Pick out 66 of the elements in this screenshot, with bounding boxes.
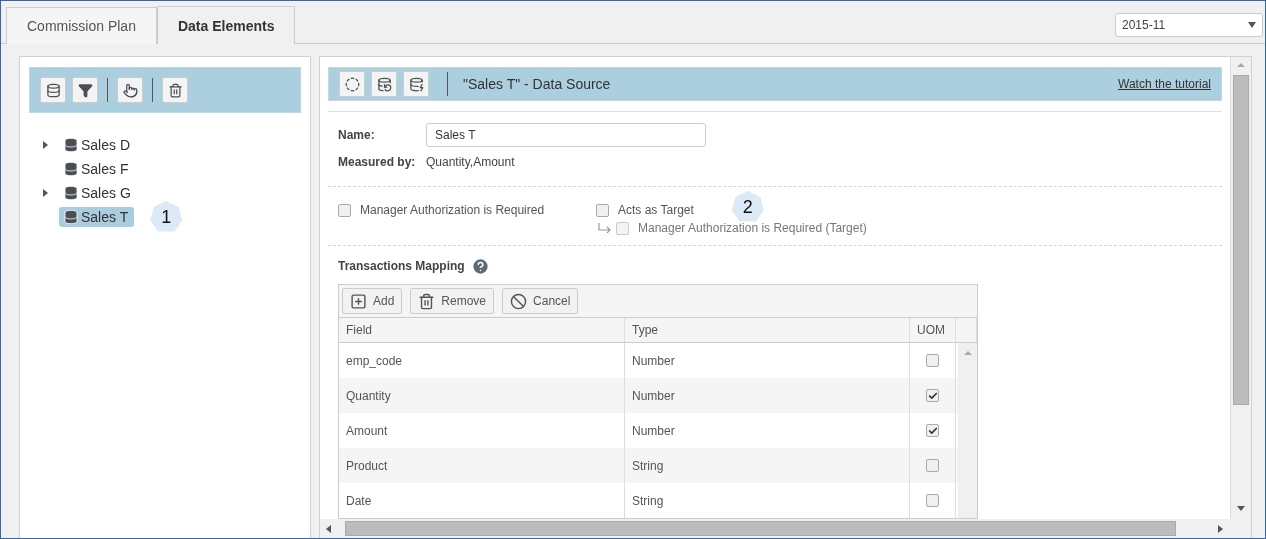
expand-arrow-icon[interactable] <box>43 189 48 197</box>
checkbox-label: Manager Authorization is Required (Target) <box>638 221 867 235</box>
delete-button[interactable] <box>162 77 188 103</box>
panel-title: "Sales T" - Data Source <box>463 76 611 92</box>
tree-item[interactable]: Sales D <box>59 135 137 155</box>
help-icon[interactable] <box>470 256 490 276</box>
table-cell: Date <box>339 483 625 518</box>
plus-icon <box>350 292 367 310</box>
table-cell: String <box>625 483 910 518</box>
sub-option-arrow-icon <box>598 223 612 233</box>
tree-item[interactable]: Sales T <box>59 207 135 227</box>
column-header[interactable]: UOM <box>910 318 956 342</box>
tab[interactable]: Commission Plan <box>6 7 157 44</box>
grid-button[interactable]: Add <box>342 288 403 314</box>
checkbox[interactable] <box>926 459 939 472</box>
database-edit-button[interactable] <box>371 71 397 97</box>
database-icon <box>63 161 79 177</box>
column-header[interactable]: Type <box>625 318 910 342</box>
database-icon <box>63 209 79 225</box>
checkbox-label: Acts as Target <box>618 203 694 217</box>
name-field[interactable]: Sales T <box>426 123 706 147</box>
section-title: Transactions Mapping <box>338 259 465 273</box>
field-label: Name: <box>338 128 376 142</box>
tab[interactable]: Data Elements <box>156 6 296 44</box>
expand-arrow-icon[interactable] <box>43 141 48 149</box>
filter-button[interactable] <box>72 77 98 103</box>
dashed-circle-icon <box>344 76 360 92</box>
scrollbar-thumb[interactable] <box>345 521 1176 536</box>
measured-by-value: Quantity,Amount <box>426 155 515 169</box>
grid-button[interactable]: Remove <box>410 288 495 314</box>
database-icon <box>63 137 79 153</box>
tutorial-link[interactable]: Watch the tutorial <box>1118 77 1211 91</box>
checkbox-label: Manager Authorization is Required <box>360 203 545 217</box>
pointer-button[interactable] <box>117 77 143 103</box>
dropdown-caret-icon <box>1248 22 1256 28</box>
cancel-icon <box>510 292 528 310</box>
filter-icon <box>77 82 93 98</box>
checkbox[interactable] <box>926 494 939 507</box>
checkbox[interactable] <box>926 424 939 437</box>
grid-scrollbar[interactable] <box>958 343 977 518</box>
scroll-down-icon[interactable] <box>1237 506 1245 511</box>
period-select[interactable]: 2015-11 <box>1115 13 1263 37</box>
tree-item[interactable]: Sales G <box>59 183 137 203</box>
callout-marker: 2 <box>731 191 764 223</box>
scrollbar-thumb[interactable] <box>1233 75 1249 405</box>
refresh-button[interactable] <box>339 71 365 97</box>
scroll-left-icon[interactable] <box>326 524 331 533</box>
trash-icon <box>167 82 183 98</box>
checkbox[interactable] <box>596 203 609 217</box>
database-icon <box>376 76 392 92</box>
pointer-icon <box>122 82 138 98</box>
checkbox[interactable] <box>338 203 351 217</box>
database-remove-button[interactable] <box>403 71 429 97</box>
grid-button[interactable]: Cancel <box>502 288 579 314</box>
column-header[interactable]: Field <box>339 318 625 342</box>
database-icon <box>408 76 424 92</box>
scroll-right-icon[interactable] <box>1218 524 1223 533</box>
database-icon <box>45 82 61 98</box>
trash-icon <box>418 292 436 310</box>
add-database-button[interactable] <box>40 77 66 103</box>
tree-item[interactable]: Sales F <box>59 159 135 179</box>
checkbox[interactable] <box>926 389 939 402</box>
field-label: Measured by: <box>338 155 417 169</box>
callout-marker: 1 <box>150 201 183 233</box>
database-icon <box>63 185 79 201</box>
checkbox[interactable] <box>926 354 939 367</box>
